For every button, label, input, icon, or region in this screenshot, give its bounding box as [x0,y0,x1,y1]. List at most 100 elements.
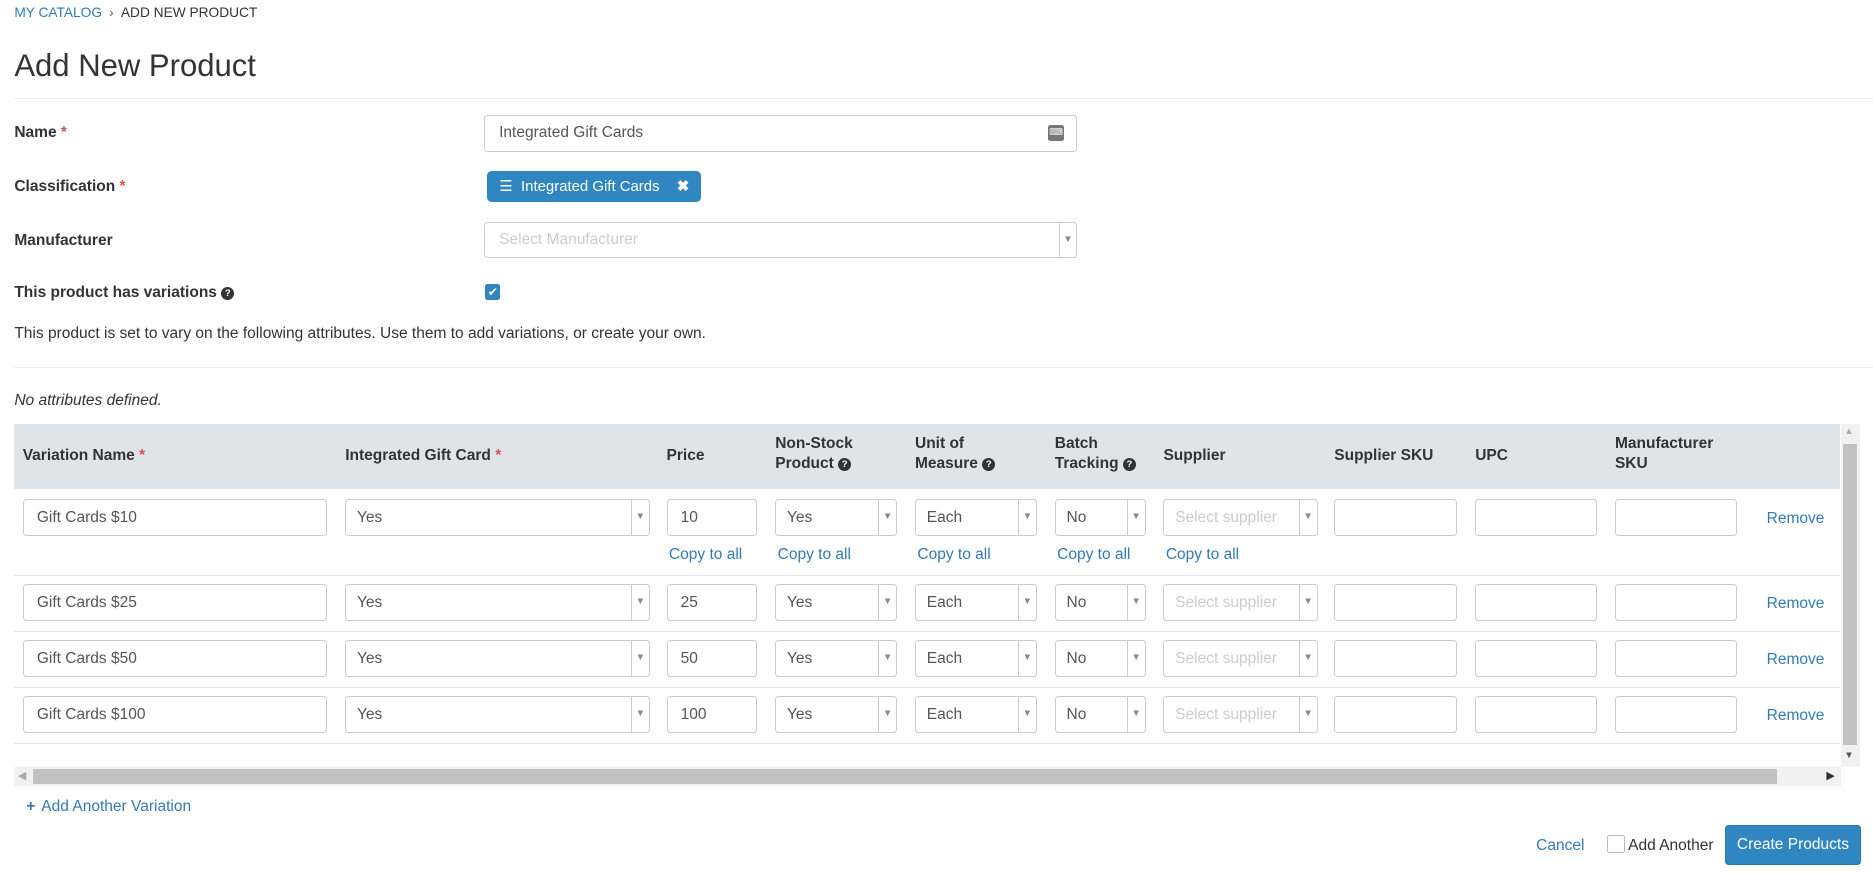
field-value: Each [926,508,963,526]
field-value: 10 [680,508,698,526]
classification-chip[interactable]: ☰ Integrated Gift Cards ✖ [487,170,702,202]
non-stock-select[interactable]: Yes ▼ [775,640,898,678]
batch-tracking-select[interactable]: No ▼ [1054,640,1146,678]
copy-to-all-link[interactable]: Copy to all [778,546,851,564]
upc-input[interactable] [1475,584,1598,622]
variations-checkbox[interactable]: ✔ [484,284,501,300]
supplier-placeholder: Select supplier [1175,705,1277,723]
scroll-right-icon[interactable]: ▶ [1826,769,1834,782]
price-input[interactable]: 25 [666,584,758,622]
field-value: Gift Cards $100 [36,705,146,723]
manufacturer-sku-input[interactable] [1614,499,1737,537]
gift-card-select[interactable]: Yes ▼ [345,640,650,678]
non-stock-select[interactable]: Yes ▼ [775,696,898,734]
help-icon[interactable]: ? [838,457,852,471]
field-value: Gift Cards $10 [36,508,137,526]
manufacturer-select[interactable]: Select Manufacturer ▼ [483,222,1078,258]
non-stock-select[interactable]: Yes ▼ [775,584,898,622]
price-input[interactable]: 100 [666,696,758,734]
non-stock-select[interactable]: Yes ▼ [775,499,898,537]
remove-link[interactable]: Remove [1767,707,1825,725]
scroll-left-icon[interactable]: ◀ [18,769,26,782]
field-value: 25 [680,593,698,611]
plus-icon: + [26,797,36,815]
supplier-select[interactable]: Select supplier ▼ [1163,696,1318,734]
gift-card-select[interactable]: Yes ▼ [345,696,650,734]
col-upc: UPC [1475,446,1508,464]
help-icon[interactable]: ? [982,457,996,471]
upc-input[interactable] [1475,640,1598,678]
gift-card-select[interactable]: Yes ▼ [345,499,650,537]
unit-of-measure-select[interactable]: Each ▼ [914,696,1037,734]
supplier-sku-input[interactable] [1334,499,1458,537]
scroll-up-icon[interactable]: ▲ [1844,426,1853,437]
create-products-button[interactable]: Create Products [1724,825,1862,865]
scroll-down-icon[interactable]: ▼ [1844,750,1853,761]
chevron-down-icon: ▼ [630,500,649,536]
supplier-select[interactable]: Select supplier ▼ [1163,584,1318,622]
unit-of-measure-select[interactable]: Each ▼ [914,499,1037,537]
chevron-down-icon: ▼ [878,585,896,621]
supplier-sku-input[interactable] [1334,640,1458,678]
close-icon[interactable]: ✖ [677,177,690,195]
copy-to-all-link[interactable]: Copy to all [669,546,742,564]
breadcrumb-my-catalog[interactable]: MY CATALOG [14,5,102,20]
gift-card-select[interactable]: Yes ▼ [345,584,650,622]
supplier-select[interactable]: Select supplier ▼ [1163,499,1318,537]
variation-name-input[interactable]: Gift Cards $25 [22,584,328,622]
chevron-down-icon: ▼ [1298,585,1317,621]
row-divider [14,574,1840,576]
col-manufacturer-sku: Manufacturer SKU [1614,434,1714,472]
batch-tracking-select[interactable]: No ▼ [1054,584,1146,622]
field-value: Yes [356,649,383,667]
supplier-sku-input[interactable] [1334,584,1458,622]
field-value: No [1066,508,1087,526]
field-value: Yes [356,593,383,611]
supplier-placeholder: Select supplier [1175,649,1277,667]
remove-link[interactable]: Remove [1767,651,1825,669]
price-input[interactable]: 50 [666,640,758,678]
manufacturer-sku-input[interactable] [1614,640,1737,678]
batch-tracking-select[interactable]: No ▼ [1054,696,1146,734]
field-value: Each [926,705,963,723]
variation-name-input[interactable]: Gift Cards $100 [22,696,328,734]
page-title: Add New Product [14,47,256,83]
supplier-sku-input[interactable] [1334,696,1458,734]
help-icon[interactable]: ? [221,287,235,301]
name-input[interactable]: Integrated Gift Cards ⌨ [483,114,1078,152]
upc-input[interactable] [1475,696,1598,734]
translate-icon[interactable]: ⌨ [1047,125,1065,141]
copy-to-all-link[interactable]: Copy to all [1057,546,1130,564]
upc-input[interactable] [1475,499,1598,537]
chevron-down-icon: ▼ [1298,697,1317,733]
chevron-down-icon: ▼ [1017,641,1036,677]
batch-tracking-select[interactable]: No ▼ [1054,499,1146,537]
copy-to-all-link[interactable]: Copy to all [1166,546,1239,564]
remove-link[interactable]: Remove [1767,595,1825,613]
chevron-down-icon: ▼ [1058,223,1077,257]
field-value: 50 [680,649,698,667]
field-value: Yes [356,508,383,526]
copy-to-all-link[interactable]: Copy to all [917,546,990,564]
supplier-placeholder: Select supplier [1175,593,1277,611]
price-input[interactable]: 10 [666,499,758,537]
add-another-checkbox[interactable] [1606,834,1625,853]
variation-name-input[interactable]: Gift Cards $10 [22,499,328,537]
manufacturer-sku-input[interactable] [1614,696,1737,734]
unit-of-measure-select[interactable]: Each ▼ [914,584,1037,622]
field-value: Gift Cards $50 [36,649,137,667]
manufacturer-sku-input[interactable] [1614,584,1737,622]
chevron-down-icon: ▼ [630,585,649,621]
horizontal-scroll-thumb[interactable] [33,769,1778,784]
field-value: Yes [786,593,813,611]
col-supplier-sku: Supplier SKU [1334,446,1434,464]
cancel-link[interactable]: Cancel [1536,837,1584,855]
help-icon[interactable]: ? [1122,457,1136,471]
variation-name-input[interactable]: Gift Cards $50 [22,640,328,678]
remove-link[interactable]: Remove [1767,510,1825,528]
add-another-variation-link[interactable]: + Add Another Variation [26,798,191,816]
supplier-select[interactable]: Select supplier ▼ [1163,640,1318,678]
field-value: No [1066,705,1087,723]
unit-of-measure-select[interactable]: Each ▼ [914,640,1037,678]
vertical-scroll-thumb[interactable] [1843,444,1858,746]
